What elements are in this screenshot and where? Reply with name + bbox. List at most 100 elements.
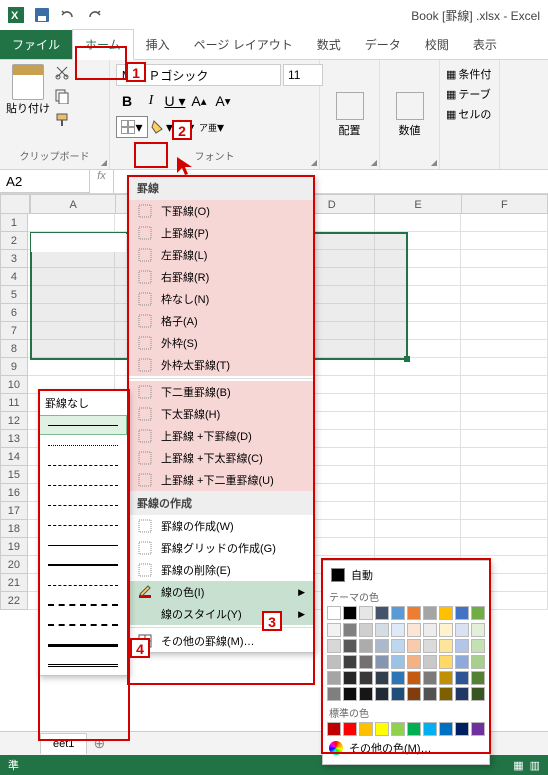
cell[interactable] <box>375 520 462 538</box>
line-style-option[interactable] <box>39 415 127 435</box>
cell[interactable] <box>461 250 548 268</box>
cell[interactable] <box>461 394 548 412</box>
row-header[interactable]: 7 <box>0 322 28 340</box>
color-swatch[interactable] <box>471 671 485 685</box>
border-menu-item[interactable]: 右罫線(R) <box>129 266 313 288</box>
underline-button[interactable]: U ▾ <box>164 90 186 112</box>
cell[interactable] <box>461 520 548 538</box>
row-header[interactable]: 18 <box>0 520 28 538</box>
cell[interactable] <box>461 448 548 466</box>
color-swatch[interactable] <box>391 606 405 620</box>
color-swatch[interactable] <box>343 687 357 701</box>
color-swatch[interactable] <box>327 722 341 736</box>
column-header[interactable]: F <box>462 194 548 214</box>
borders-button[interactable]: ▾ <box>116 116 148 138</box>
line-style-option[interactable] <box>39 615 127 635</box>
color-swatch[interactable] <box>391 687 405 701</box>
row-header[interactable]: 10 <box>0 376 28 394</box>
row-header[interactable]: 21 <box>0 574 28 592</box>
border-menu-item[interactable]: 罫線の作成(W) <box>129 515 313 537</box>
color-swatch[interactable] <box>407 671 421 685</box>
cell[interactable] <box>461 340 548 358</box>
color-swatch[interactable] <box>407 639 421 653</box>
color-swatch[interactable] <box>471 623 485 637</box>
row-header[interactable]: 6 <box>0 304 28 322</box>
color-swatch[interactable] <box>423 687 437 701</box>
row-header[interactable]: 16 <box>0 484 28 502</box>
row-header[interactable]: 22 <box>0 592 28 610</box>
row-header[interactable]: 5 <box>0 286 28 304</box>
name-box[interactable] <box>0 170 90 193</box>
cell[interactable] <box>375 394 462 412</box>
cell[interactable] <box>461 304 548 322</box>
cell[interactable] <box>461 466 548 484</box>
color-swatch[interactable] <box>391 722 405 736</box>
row-header[interactable]: 2 <box>0 232 28 250</box>
table-format-button[interactable]: ▦ テーブ <box>446 84 493 104</box>
tab-review[interactable]: 校閲 <box>413 30 461 59</box>
cell[interactable] <box>461 376 548 394</box>
column-header[interactable]: A <box>30 194 116 214</box>
color-swatch[interactable] <box>327 655 341 669</box>
color-swatch[interactable] <box>359 687 373 701</box>
color-swatch[interactable] <box>439 655 453 669</box>
tab-page-layout[interactable]: ページ レイアウト <box>182 30 305 59</box>
color-swatch[interactable] <box>375 639 389 653</box>
cell[interactable] <box>375 376 462 394</box>
color-swatch[interactable] <box>471 606 485 620</box>
color-swatch[interactable] <box>359 671 373 685</box>
color-swatch[interactable] <box>375 606 389 620</box>
color-swatch[interactable] <box>343 655 357 669</box>
color-swatch[interactable] <box>439 722 453 736</box>
color-swatch[interactable] <box>327 687 341 701</box>
color-swatch[interactable] <box>407 606 421 620</box>
border-menu-item[interactable]: 下二重罫線(B) <box>129 381 313 403</box>
select-all-button[interactable] <box>0 194 30 214</box>
border-menu-item[interactable]: 格子(A) <box>129 310 313 332</box>
color-swatch[interactable] <box>455 623 469 637</box>
line-style-option[interactable] <box>39 655 127 675</box>
border-menu-item[interactable]: 罫線の削除(E) <box>129 559 313 581</box>
cell[interactable] <box>461 358 548 376</box>
color-swatch[interactable] <box>375 623 389 637</box>
color-swatch[interactable] <box>359 655 373 669</box>
color-swatch[interactable] <box>471 722 485 736</box>
color-swatch[interactable] <box>455 606 469 620</box>
color-swatch[interactable] <box>375 722 389 736</box>
cell[interactable] <box>375 358 462 376</box>
color-swatch[interactable] <box>407 722 421 736</box>
more-colors-option[interactable]: その他の色(M)… <box>327 736 485 760</box>
cell[interactable] <box>461 430 548 448</box>
tab-insert[interactable]: 挿入 <box>134 30 182 59</box>
border-menu-item[interactable]: 下罫線(O) <box>129 200 313 222</box>
cell[interactable] <box>375 214 462 232</box>
color-swatch[interactable] <box>359 639 373 653</box>
format-painter-button[interactable] <box>54 112 74 132</box>
cell[interactable] <box>461 484 548 502</box>
color-swatch[interactable] <box>343 722 357 736</box>
redo-button[interactable] <box>82 3 106 27</box>
line-style-option[interactable] <box>39 495 127 515</box>
border-menu-item[interactable]: 外枠太罫線(T) <box>129 354 313 376</box>
line-style-option[interactable] <box>39 515 127 535</box>
cut-button[interactable] <box>54 64 74 84</box>
color-swatch[interactable] <box>407 687 421 701</box>
color-swatch[interactable] <box>391 639 405 653</box>
alignment-button[interactable]: 配置 <box>336 92 364 138</box>
no-border-option[interactable]: 罫線なし <box>39 391 127 415</box>
color-swatch[interactable] <box>423 671 437 685</box>
row-header[interactable]: 1 <box>0 214 28 232</box>
save-button[interactable] <box>30 3 54 27</box>
color-swatch[interactable] <box>391 671 405 685</box>
view-normal-icon[interactable]: ▦ <box>513 759 523 772</box>
paste-button[interactable]: 貼り付け <box>6 64 50 132</box>
cell[interactable] <box>461 286 548 304</box>
cell[interactable] <box>375 502 462 520</box>
border-menu-item[interactable]: 上罫線 +下二重罫線(U) <box>129 469 313 491</box>
cell[interactable] <box>461 214 548 232</box>
tab-view[interactable]: 表示 <box>461 30 509 59</box>
row-header[interactable]: 15 <box>0 466 28 484</box>
cell-styles-button[interactable]: ▦ セルの <box>446 104 493 124</box>
color-swatch[interactable] <box>343 639 357 653</box>
font-size-combo[interactable] <box>283 64 323 86</box>
